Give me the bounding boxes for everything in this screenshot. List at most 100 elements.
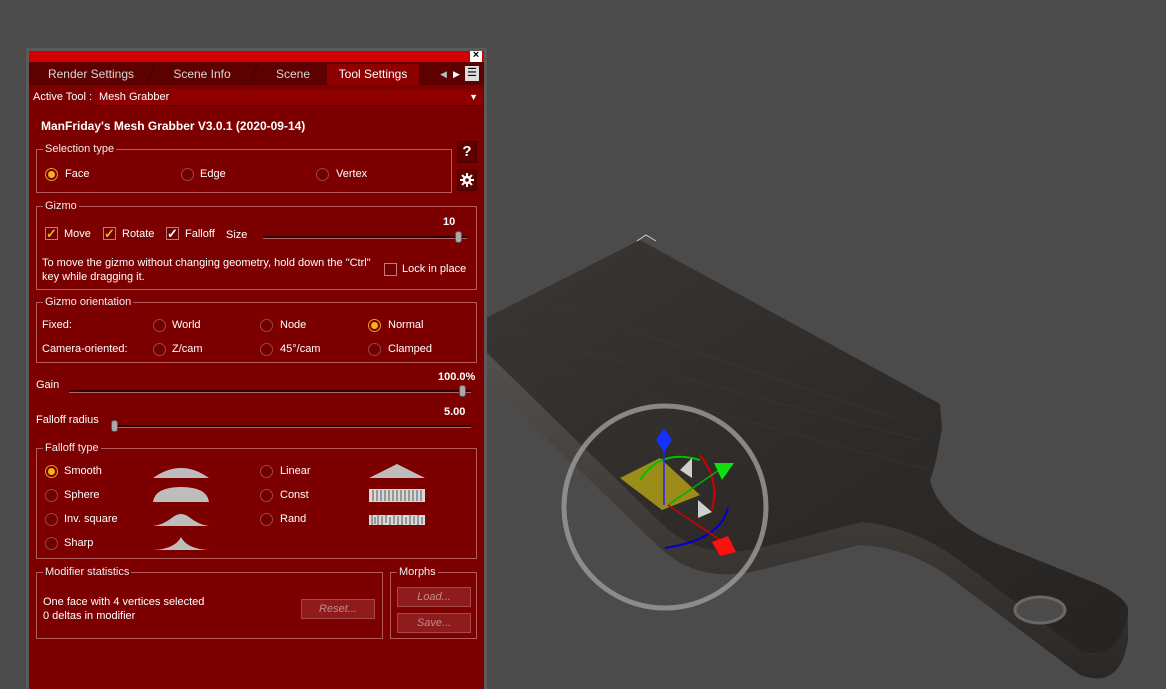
gizmo-size-slider-handle[interactable]: [455, 231, 462, 243]
tab-render-settings[interactable]: Render Settings: [35, 64, 147, 85]
chevron-down-icon: ▼: [469, 92, 478, 102]
falloff-const-radio[interactable]: [260, 489, 273, 502]
gain-slider-handle[interactable]: [459, 385, 466, 397]
group-title: Morphs: [397, 566, 438, 578]
falloff-radius-value: 5.00: [444, 406, 466, 418]
smooth-curve-icon: [153, 468, 209, 478]
linear-curve-icon: [369, 464, 425, 478]
lock-in-place-label: Lock in place: [402, 263, 467, 275]
selection-face-radio[interactable]: [45, 168, 58, 181]
orientation-zcam-radio[interactable]: [153, 343, 166, 356]
gizmo-falloff-checkbox[interactable]: ✓: [166, 227, 179, 240]
tab-bar: Render Settings Scene Info Scene Tool Se…: [29, 62, 484, 85]
orientation-45cam-radio[interactable]: [260, 343, 273, 356]
tab-divider: [146, 64, 155, 85]
orientation-node-radio[interactable]: [260, 319, 273, 332]
orientation-world-radio[interactable]: [153, 319, 166, 332]
tab-divider: [249, 64, 258, 85]
gizmo-rotate-checkbox[interactable]: ✓: [103, 227, 116, 240]
gizmo-rotate-label: Rotate: [122, 228, 155, 240]
gizmo-size-value: 10: [443, 216, 456, 228]
gizmo-size-slider[interactable]: [263, 236, 467, 239]
const-curve-icon: [369, 489, 425, 502]
panel-menu-icon[interactable]: ☰: [465, 66, 479, 81]
falloff-sphere-radio[interactable]: [45, 489, 58, 502]
group-title: Modifier statistics: [43, 566, 132, 578]
active-tool-label: Active Tool :: [33, 91, 93, 103]
falloff-type-group: Falloff type Smooth Sphere Inv. square S…: [36, 442, 477, 559]
morphs-group: Morphs Load... Save...: [390, 566, 477, 639]
sphere-curve-icon: [153, 487, 209, 502]
orientation-world-label: World: [172, 319, 201, 331]
orientation-clamped-radio[interactable]: [368, 343, 381, 356]
falloff-smooth-radio[interactable]: [45, 465, 58, 478]
falloff-const-label: Const: [280, 489, 309, 501]
cutting-board: [486, 240, 1129, 679]
orientation-clamped-label: Clamped: [388, 343, 433, 355]
falloff-rand-radio[interactable]: [260, 513, 273, 526]
close-icon[interactable]: ×: [470, 51, 482, 62]
active-tool-row: Active Tool : Mesh Grabber ▼: [33, 89, 483, 106]
orientation-normal-radio[interactable]: [368, 319, 381, 332]
gizmo-hint-text: To move the gizmo without changing geome…: [42, 257, 371, 283]
group-title: Gizmo: [43, 200, 79, 212]
help-button[interactable]: ?: [457, 141, 477, 163]
gain-value: 100.0%: [438, 371, 476, 383]
lock-in-place-checkbox[interactable]: [384, 263, 397, 276]
tab-tool-settings[interactable]: Tool Settings: [327, 64, 419, 85]
falloff-inv-square-label: Inv. square: [64, 513, 118, 525]
plugin-title: ManFriday's Mesh Grabber V3.0.1 (2020-09…: [41, 119, 306, 133]
gain-slider[interactable]: [69, 390, 471, 393]
selection-edge-radio[interactable]: [181, 168, 194, 181]
falloff-sphere-label: Sphere: [64, 489, 100, 501]
falloff-inv-square-radio[interactable]: [45, 513, 58, 526]
selection-vertex-label: Vertex: [336, 168, 368, 180]
rand-curve-icon: [369, 514, 425, 525]
gizmo-move-checkbox[interactable]: ✓: [45, 227, 58, 240]
group-title: Selection type: [43, 143, 117, 155]
selection-type-group: Selection type Face Edge Vertex: [36, 143, 452, 193]
group-title: Gizmo orientation: [43, 296, 134, 308]
orientation-node-label: Node: [280, 319, 307, 331]
load-morphs-button[interactable]: Load...: [397, 587, 471, 607]
gizmo-orientation-group: Gizmo orientation Fixed: World Node Norm…: [36, 296, 477, 363]
falloff-sharp-label: Sharp: [64, 537, 94, 549]
falloff-sharp-radio[interactable]: [45, 537, 58, 550]
falloff-radius-slider[interactable]: [111, 425, 471, 428]
gizmo-group: Gizmo ✓ Move ✓ Rotate ✓ Falloff Size 10 …: [36, 200, 477, 290]
panel-title-bar[interactable]: [29, 51, 484, 62]
gizmo-size-label: Size: [226, 229, 248, 241]
gear-icon: [460, 173, 474, 187]
gizmo-move-label: Move: [64, 228, 91, 240]
selection-edge-label: Edge: [200, 168, 226, 180]
tab-scroll-right-icon[interactable]: ▶: [453, 69, 460, 80]
stats-selection-text: One face with 4 vertices selected: [43, 596, 205, 608]
falloff-radius-label: Falloff radius: [36, 414, 99, 426]
inv-square-curve-icon: [153, 514, 209, 526]
camera-oriented-label: Camera-oriented:: [42, 343, 128, 355]
stats-deltas-text: 0 deltas in modifier: [43, 610, 136, 622]
group-title: Falloff type: [43, 442, 101, 454]
tab-scene[interactable]: Scene: [258, 64, 328, 85]
falloff-rand-label: Rand: [280, 513, 307, 525]
active-tool-value: Mesh Grabber: [99, 91, 170, 103]
falloff-radius-slider-handle[interactable]: [111, 420, 118, 432]
tab-scroll-left-icon[interactable]: ◀: [440, 69, 447, 80]
falloff-linear-radio[interactable]: [260, 465, 273, 478]
tab-scene-info[interactable]: Scene Info: [155, 64, 249, 85]
gain-label: Gain: [36, 379, 60, 391]
settings-button[interactable]: [457, 169, 477, 191]
modifier-statistics-group: Modifier statistics One face with 4 vert…: [36, 566, 383, 639]
orientation-normal-label: Normal: [388, 319, 424, 331]
sharp-curve-icon: [153, 537, 209, 550]
fixed-orientation-label: Fixed:: [42, 319, 72, 331]
orientation-zcam-label: Z/cam: [172, 343, 203, 355]
save-morphs-button[interactable]: Save...: [397, 613, 471, 633]
gizmo-falloff-label: Falloff: [185, 228, 215, 240]
active-tool-dropdown[interactable]: Mesh Grabber ▼: [95, 89, 483, 106]
reset-button[interactable]: Reset...: [301, 599, 375, 619]
tool-settings-panel: × Render Settings Scene Info Scene Tool …: [26, 48, 487, 689]
orientation-45cam-label: 45°/cam: [280, 343, 321, 355]
selection-vertex-radio[interactable]: [316, 168, 329, 181]
falloff-smooth-label: Smooth: [64, 465, 102, 477]
